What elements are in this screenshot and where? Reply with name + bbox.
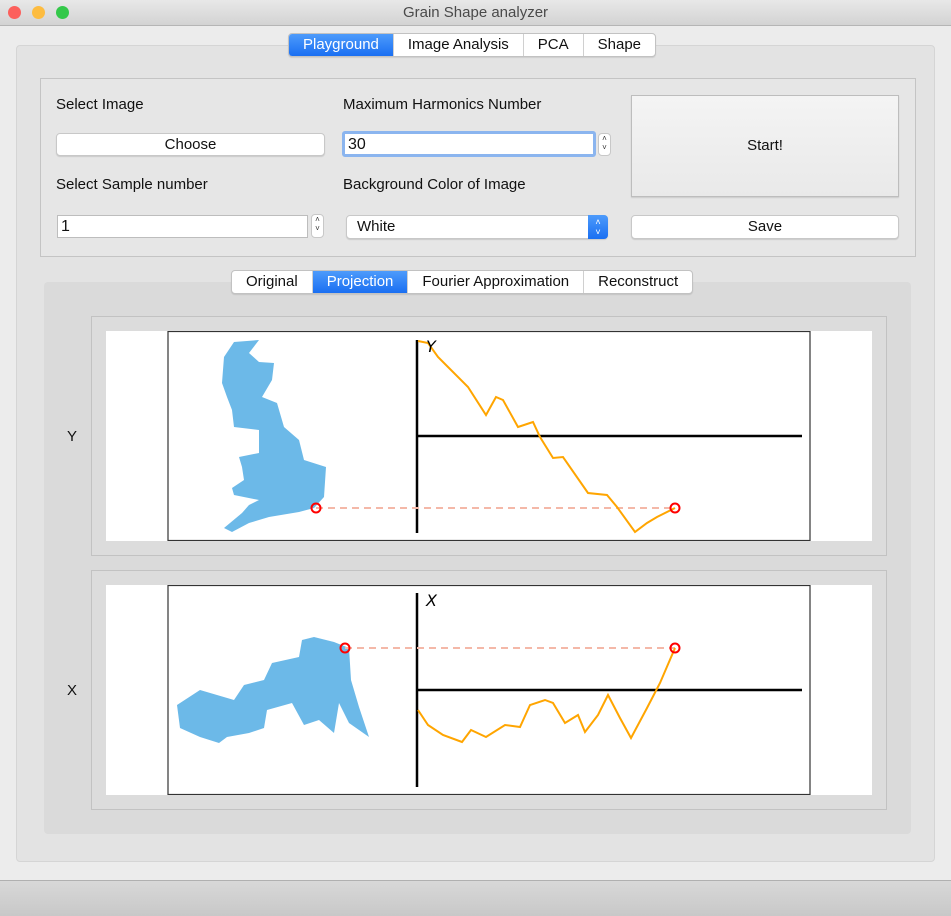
bg-color-value: White: [357, 218, 396, 235]
minimize-button[interactable]: [32, 6, 45, 19]
axis-label: Y: [426, 337, 437, 356]
y-projection-canvas: Y: [106, 330, 872, 542]
tab-pca[interactable]: PCA: [524, 34, 584, 56]
tab-fourier-approximation[interactable]: Fourier Approximation: [408, 271, 585, 293]
tab-shape[interactable]: Shape: [584, 34, 655, 56]
window-title: Grain Shape analyzer: [402, 4, 549, 21]
x-row-label: X: [67, 682, 78, 699]
status-bar: [0, 880, 951, 916]
tab-playground[interactable]: Playground: [289, 34, 394, 56]
main-tab-bar: Playground Image Analysis PCA Shape: [288, 33, 656, 57]
max-harmonics-label: Maximum Harmonics Number: [343, 96, 542, 113]
close-button[interactable]: [8, 6, 21, 19]
tab-reconstruct[interactable]: Reconstruct: [584, 271, 692, 293]
axis-label: X: [425, 591, 438, 610]
view-tab-bar: Original Projection Fourier Approximatio…: [231, 270, 694, 294]
x-projection-plot: X: [167, 584, 811, 796]
sample-number-input[interactable]: 1: [57, 215, 308, 238]
tab-original[interactable]: Original: [232, 271, 313, 293]
bg-color-label: Background Color of Image: [343, 176, 526, 193]
max-harmonics-stepper[interactable]: ˄ ˅: [598, 133, 611, 156]
start-button[interactable]: Start!: [631, 95, 899, 197]
tab-image-analysis[interactable]: Image Analysis: [394, 34, 524, 56]
grain-shape: [177, 637, 369, 743]
tab-projection[interactable]: Projection: [312, 271, 409, 293]
projection-curve: [417, 647, 676, 744]
x-projection-canvas: X: [106, 584, 872, 796]
bg-color-select[interactable]: White ˄ ˅: [346, 215, 608, 239]
select-image-label: Select Image: [56, 96, 144, 113]
sample-number-label: Select Sample number: [56, 176, 208, 193]
choose-button[interactable]: Choose: [56, 133, 325, 156]
zoom-button[interactable]: [56, 6, 69, 19]
title-bar: Grain Shape analyzer: [0, 0, 951, 26]
sample-number-stepper[interactable]: ˄ ˅: [311, 214, 324, 238]
save-button[interactable]: Save: [631, 215, 899, 239]
chevron-updown-icon: ˄ ˅: [588, 215, 608, 239]
max-harmonics-input[interactable]: 30: [342, 131, 596, 157]
y-projection-plot: Y: [167, 330, 811, 542]
grain-shape: [222, 340, 326, 532]
y-row-label: Y: [67, 428, 78, 445]
